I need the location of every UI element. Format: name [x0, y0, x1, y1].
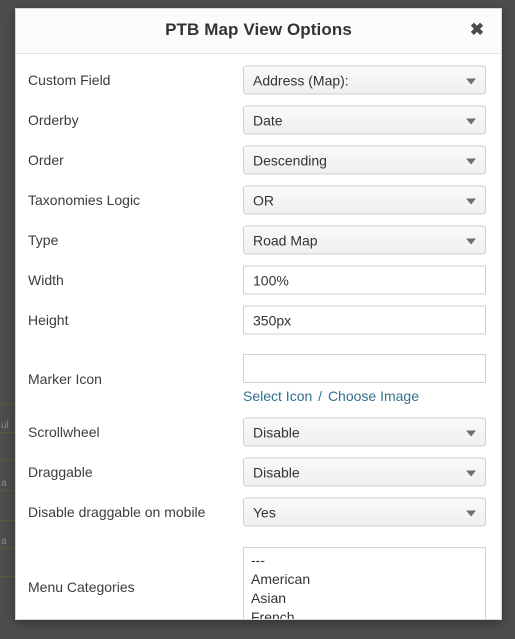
modal-header: PTB Map View Options ✖: [16, 9, 501, 54]
list-item[interactable]: Asian: [244, 589, 485, 608]
form-row-orderby: Orderby Date: [16, 100, 501, 140]
field-wrap-order: Descending: [243, 145, 486, 175]
backdrop-text: a: [1, 478, 7, 489]
label-marker-icon: Marker Icon: [28, 371, 102, 387]
list-item[interactable]: American: [244, 570, 485, 589]
select-shell-orderby: Date: [243, 105, 486, 135]
input-marker-icon[interactable]: [243, 354, 486, 383]
field-wrap-width: [243, 265, 486, 295]
form-row-taxonomies-logic: Taxonomies Logic OR: [16, 180, 501, 220]
ptb-map-view-options-modal: PTB Map View Options ✖ Custom Field Addre…: [15, 8, 502, 620]
backdrop-text: ul: [1, 420, 9, 431]
input-height[interactable]: [243, 305, 486, 335]
select-taxonomies-logic[interactable]: OR: [243, 185, 486, 215]
form-row-marker-icon: Marker Icon Select Icon / Choose Image: [16, 348, 501, 410]
form-row-width: Width: [16, 260, 501, 300]
modal-title: PTB Map View Options: [165, 20, 352, 39]
select-shell-type: Road Map: [243, 225, 486, 255]
field-wrap-scrollwheel: Disable: [243, 417, 486, 447]
select-shell-scrollwheel: Disable: [243, 417, 486, 447]
listbox-menu-categories[interactable]: --- American Asian French: [243, 547, 486, 619]
select-scrollwheel[interactable]: Disable: [243, 417, 486, 447]
label-draggable: Draggable: [28, 464, 93, 480]
label-scrollwheel: Scrollwheel: [28, 424, 100, 440]
field-wrap-menu-categories: --- American Asian French: [243, 547, 486, 619]
select-shell-order: Descending: [243, 145, 486, 175]
label-custom-field: Custom Field: [28, 72, 111, 88]
label-menu-categories: Menu Categories: [28, 579, 135, 595]
field-wrap-draggable: Disable: [243, 457, 486, 487]
form-row-draggable: Draggable Disable: [16, 452, 501, 492]
modal-body: Custom Field Address (Map): Orderby Date Ord…: [16, 54, 501, 619]
select-shell-taxonomies-logic: OR: [243, 185, 486, 215]
link-separator: /: [314, 388, 326, 404]
select-order[interactable]: Descending: [243, 145, 486, 175]
form-row-menu-categories: Menu Categories --- American Asian French: [16, 542, 501, 619]
backdrop-text: a: [1, 536, 7, 547]
list-item[interactable]: ---: [244, 551, 485, 570]
field-wrap-disable-draggable-on-mobile: Yes: [243, 497, 486, 527]
select-orderby[interactable]: Date: [243, 105, 486, 135]
label-orderby: Orderby: [28, 112, 79, 128]
form-row-order: Order Descending: [16, 140, 501, 180]
form-row-type: Type Road Map: [16, 220, 501, 260]
marker-icon-links: Select Icon / Choose Image: [243, 388, 486, 404]
select-shell-draggable: Disable: [243, 457, 486, 487]
input-width[interactable]: [243, 265, 486, 295]
select-custom-field[interactable]: Address (Map):: [243, 65, 486, 95]
form-row-disable-draggable-on-mobile: Disable draggable on mobile Yes: [16, 492, 501, 532]
field-wrap-marker-icon: Select Icon / Choose Image: [243, 354, 486, 404]
field-wrap-orderby: Date: [243, 105, 486, 135]
field-wrap-height: [243, 305, 486, 335]
label-taxonomies-logic: Taxonomies Logic: [28, 192, 141, 208]
form-row-height: Height: [16, 300, 501, 340]
label-height: Height: [28, 312, 69, 328]
close-icon[interactable]: ✖: [466, 19, 488, 41]
choose-image-link[interactable]: Choose Image: [328, 388, 419, 404]
select-shell-disable-draggable-on-mobile: Yes: [243, 497, 486, 527]
list-item[interactable]: French: [244, 608, 485, 619]
form-row-scrollwheel: Scrollwheel Disable: [16, 412, 501, 452]
label-order: Order: [28, 152, 64, 168]
field-wrap-custom-field: Address (Map):: [243, 65, 486, 95]
field-wrap-taxonomies-logic: OR: [243, 185, 486, 215]
label-disable-draggable-on-mobile: Disable draggable on mobile: [28, 504, 206, 520]
label-width: Width: [28, 272, 64, 288]
select-shell-custom-field: Address (Map):: [243, 65, 486, 95]
select-icon-link[interactable]: Select Icon: [243, 388, 312, 404]
field-wrap-type: Road Map: [243, 225, 486, 255]
form-row-custom-field: Custom Field Address (Map):: [16, 60, 501, 100]
select-disable-draggable-on-mobile[interactable]: Yes: [243, 497, 486, 527]
label-type: Type: [28, 232, 59, 248]
select-draggable[interactable]: Disable: [243, 457, 486, 487]
select-type[interactable]: Road Map: [243, 225, 486, 255]
